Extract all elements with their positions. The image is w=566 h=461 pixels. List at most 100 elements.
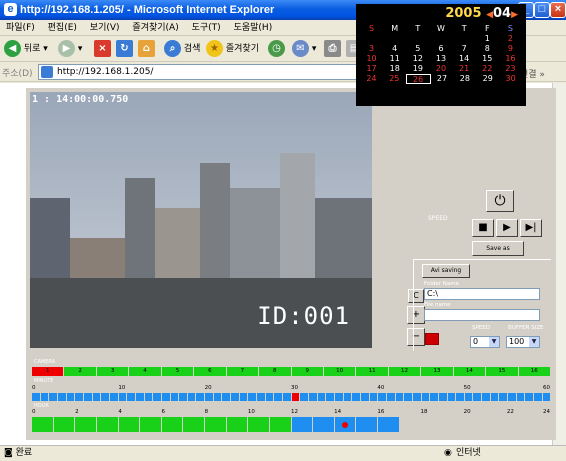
minute-cell[interactable]	[447, 393, 456, 401]
camera-cell[interactable]: 16	[518, 367, 550, 376]
minute-cell[interactable]	[144, 393, 153, 401]
minute-cell[interactable]	[153, 393, 161, 401]
calendar-day[interactable]: 30	[499, 74, 522, 84]
hour-cell[interactable]	[291, 417, 313, 432]
forward-button[interactable]: ▶ ▾	[58, 40, 82, 58]
hour-cell[interactable]	[140, 417, 161, 432]
folder-name-input[interactable]: C:\	[424, 288, 540, 300]
calendar-day[interactable]: 22	[476, 64, 499, 74]
minute-cell[interactable]	[109, 393, 118, 401]
menu-help[interactable]: 도움말(H)	[234, 23, 273, 33]
minute-cell[interactable]	[265, 393, 274, 401]
calendar-day[interactable]: 13	[429, 54, 452, 64]
calendar-day[interactable]: 6	[429, 44, 452, 54]
minute-cell[interactable]	[542, 393, 551, 401]
minute-cell[interactable]	[482, 393, 490, 401]
minute-cell[interactable]	[40, 393, 49, 401]
camera-cell[interactable]: 8	[259, 367, 291, 376]
camera-cell[interactable]: 4	[129, 367, 161, 376]
mail-button[interactable]: ✉ ▾	[292, 40, 316, 58]
home-button[interactable]: ⌂	[138, 40, 155, 58]
print-button[interactable]: ⎙	[324, 40, 341, 58]
minute-cell[interactable]	[231, 393, 239, 401]
calendar-day[interactable]: 21	[453, 64, 476, 74]
minute-cell[interactable]	[456, 393, 464, 401]
hour-cell[interactable]	[161, 417, 183, 432]
hour-cell[interactable]	[464, 417, 486, 432]
minute-cell[interactable]	[438, 393, 447, 401]
camera-cell[interactable]: 11	[356, 367, 388, 376]
camera-cell[interactable]: 10	[323, 367, 356, 376]
minute-cell[interactable]	[291, 393, 300, 401]
calendar-day[interactable]: 12	[406, 54, 429, 64]
calendar-day[interactable]: 7	[453, 44, 476, 54]
calendar-day[interactable]: 15	[476, 54, 499, 64]
minute-cell[interactable]	[187, 393, 196, 401]
speed-select[interactable]: 0 ▼	[470, 336, 500, 348]
prev-month-icon[interactable]: ◀	[486, 10, 493, 20]
minute-cell[interactable]	[508, 393, 516, 401]
step-button[interactable]: ▶|	[520, 219, 542, 237]
minute-cell[interactable]	[66, 393, 75, 401]
minute-cell[interactable]	[205, 393, 213, 401]
minute-cell[interactable]	[326, 393, 334, 401]
minute-cell[interactable]	[32, 393, 40, 401]
calendar-day[interactable]: 20	[429, 64, 452, 74]
minute-cell[interactable]	[161, 393, 170, 401]
minute-cell[interactable]	[92, 393, 101, 401]
hour-cell[interactable]	[356, 417, 377, 432]
calendar-day[interactable]: 5	[406, 44, 429, 54]
calendar-day[interactable]: 26	[405, 74, 431, 84]
menu-tools[interactable]: 도구(T)	[192, 23, 221, 33]
camera-cell[interactable]: 3	[96, 367, 129, 376]
calendar-day[interactable]: 19	[406, 64, 429, 74]
hour-cell[interactable]	[183, 417, 204, 432]
menu-favorites[interactable]: 즐겨찾기(A)	[132, 23, 178, 33]
calendar-day[interactable]: 11	[383, 54, 406, 64]
file-name-input[interactable]	[424, 309, 540, 321]
calendar-day[interactable]: 17	[360, 64, 383, 74]
calendar-day[interactable]: 8	[476, 44, 499, 54]
save-as-button[interactable]: Save as	[472, 241, 524, 256]
minute-cell[interactable]	[499, 393, 508, 401]
minute-cell[interactable]	[395, 393, 404, 401]
hour-cell[interactable]	[248, 417, 269, 432]
calendar-day[interactable]: 9	[499, 44, 522, 54]
camera-cell[interactable]: 7	[226, 367, 259, 376]
calendar-day[interactable]: 1	[476, 34, 499, 44]
minute-cell[interactable]	[317, 393, 326, 401]
minute-cell[interactable]	[516, 393, 525, 401]
minute-cell[interactable]	[170, 393, 179, 401]
calendar-day[interactable]: 3	[360, 44, 383, 54]
search-button[interactable]: ⌕ 검색	[164, 40, 200, 58]
minute-cell[interactable]	[404, 393, 412, 401]
minute-cell[interactable]	[101, 393, 109, 401]
menu-edit[interactable]: 편집(E)	[48, 23, 77, 33]
hour-cell[interactable]	[399, 417, 421, 432]
minute-cell[interactable]	[430, 393, 438, 401]
minute-cell[interactable]	[352, 393, 360, 401]
minute-cell[interactable]	[257, 393, 265, 401]
favorites-button[interactable]: ★ 즐겨찾기	[206, 40, 259, 58]
calendar-day[interactable]: 23	[499, 64, 522, 74]
minute-cell[interactable]	[196, 393, 205, 401]
minute-cell[interactable]	[118, 393, 127, 401]
camera-cell[interactable]: 14	[453, 367, 486, 376]
hour-cell[interactable]	[53, 417, 75, 432]
back-button[interactable]: ◀ 뒤로 ▾	[4, 40, 48, 58]
hour-cell[interactable]	[442, 417, 464, 432]
hour-cell[interactable]	[529, 417, 550, 432]
refresh-button[interactable]: ↻	[116, 40, 133, 58]
calendar-day[interactable]: 28	[453, 74, 476, 84]
minute-cell[interactable]	[300, 393, 308, 401]
camera-cell[interactable]: 6	[194, 367, 226, 376]
camera-cell[interactable]: 5	[161, 367, 194, 376]
avi-saving-button[interactable]: Avi saving	[422, 264, 470, 278]
hour-cell[interactable]	[334, 417, 356, 432]
minute-cell[interactable]	[248, 393, 257, 401]
minute-cell[interactable]	[369, 393, 378, 401]
hour-cell[interactable]	[96, 417, 118, 432]
play-button[interactable]: ▶	[496, 219, 518, 237]
minute-cell[interactable]	[473, 393, 482, 401]
hour-cell[interactable]	[205, 417, 226, 432]
